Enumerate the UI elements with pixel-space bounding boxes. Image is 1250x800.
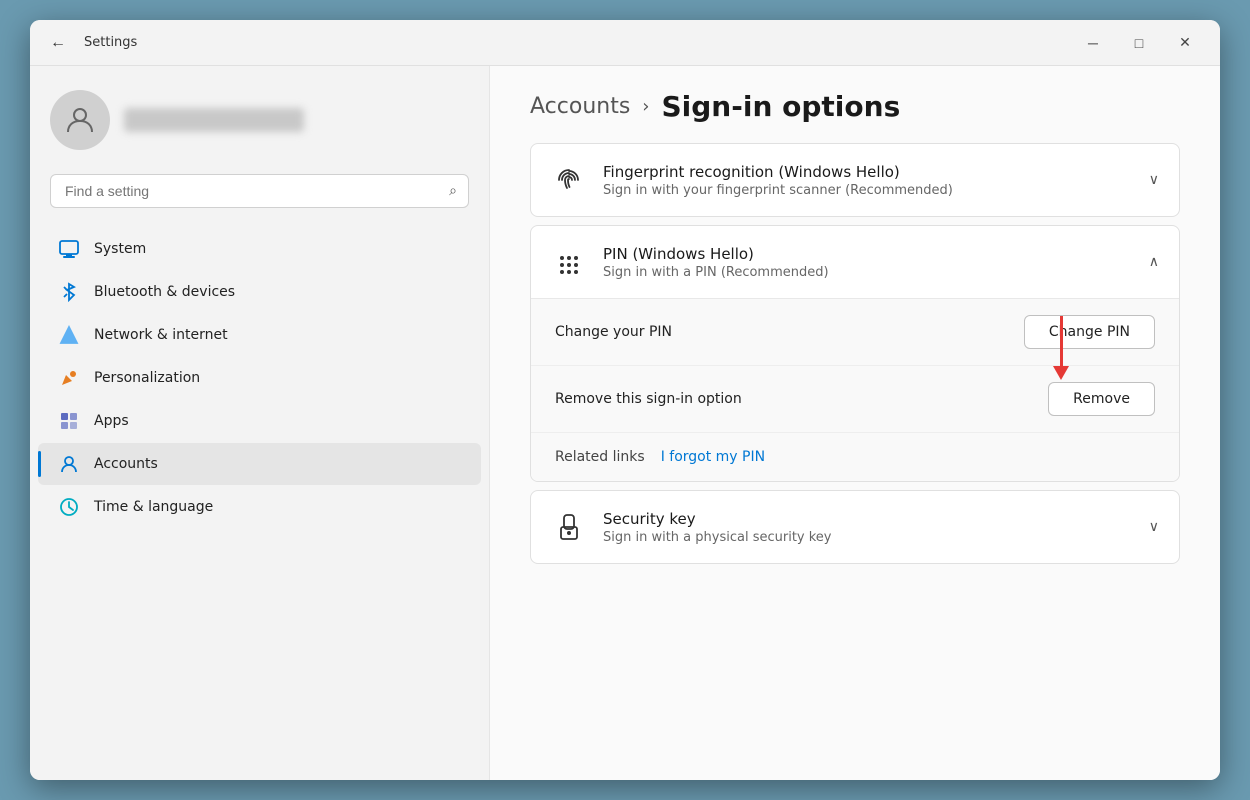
close-button[interactable]: ✕ bbox=[1162, 27, 1208, 59]
sidebar-label-system: System bbox=[94, 241, 146, 257]
pin-icon bbox=[551, 244, 587, 280]
arrow-head bbox=[1053, 366, 1069, 380]
page-header: Accounts › Sign-in options bbox=[490, 66, 1220, 143]
pin-expanded-content: Change your PIN Change PIN Remove this s… bbox=[531, 298, 1179, 481]
time-icon bbox=[58, 496, 80, 518]
breadcrumb-arrow: › bbox=[642, 96, 649, 117]
forgot-pin-link[interactable]: I forgot my PIN bbox=[661, 449, 765, 465]
apps-icon bbox=[58, 410, 80, 432]
fingerprint-icon bbox=[551, 162, 587, 198]
bluetooth-icon bbox=[58, 281, 80, 303]
sidebar-label-bluetooth: Bluetooth & devices bbox=[94, 284, 235, 300]
personalization-icon bbox=[58, 367, 80, 389]
security-key-subtitle: Sign in with a physical security key bbox=[603, 530, 1133, 545]
system-icon bbox=[58, 238, 80, 260]
pin-header[interactable]: PIN (Windows Hello) Sign in with a PIN (… bbox=[531, 226, 1179, 298]
avatar bbox=[50, 90, 110, 150]
search-box[interactable]: ⌕ bbox=[50, 174, 469, 208]
security-key-icon bbox=[551, 509, 587, 545]
fingerprint-section: Fingerprint recognition (Windows Hello) … bbox=[530, 143, 1180, 217]
remove-signin-button[interactable]: Remove bbox=[1048, 382, 1155, 416]
sidebar-label-accounts: Accounts bbox=[94, 456, 158, 472]
fingerprint-header[interactable]: Fingerprint recognition (Windows Hello) … bbox=[531, 144, 1179, 216]
user-name bbox=[124, 108, 304, 132]
pin-title: PIN (Windows Hello) bbox=[603, 245, 1133, 263]
security-key-section: Security key Sign in with a physical sec… bbox=[530, 490, 1180, 564]
sidebar-label-personalization: Personalization bbox=[94, 370, 200, 386]
fingerprint-info: Fingerprint recognition (Windows Hello) … bbox=[603, 163, 1133, 198]
content-area: ⌕ System Bluetooth & devices Network bbox=[30, 66, 1220, 780]
pin-info: PIN (Windows Hello) Sign in with a PIN (… bbox=[603, 245, 1133, 280]
fingerprint-chevron: ∨ bbox=[1149, 172, 1159, 188]
sidebar-item-network[interactable]: Network & internet bbox=[38, 314, 481, 356]
settings-window: ← Settings ─ □ ✕ ⌕ bbox=[30, 20, 1220, 780]
window-controls: ─ □ ✕ bbox=[1070, 27, 1208, 59]
sidebar-item-apps[interactable]: Apps bbox=[38, 400, 481, 442]
back-button[interactable]: ← bbox=[42, 27, 74, 59]
accounts-icon bbox=[58, 453, 80, 475]
window-title: Settings bbox=[84, 35, 137, 50]
sidebar-item-accounts[interactable]: Accounts bbox=[38, 443, 481, 485]
security-key-header[interactable]: Security key Sign in with a physical sec… bbox=[531, 491, 1179, 563]
sidebar-item-time[interactable]: Time & language bbox=[38, 486, 481, 528]
maximize-button[interactable]: □ bbox=[1116, 27, 1162, 59]
sidebar-label-time: Time & language bbox=[94, 499, 213, 515]
sidebar-label-network: Network & internet bbox=[94, 327, 228, 343]
sidebar-item-system[interactable]: System bbox=[38, 228, 481, 270]
breadcrumb[interactable]: Accounts bbox=[530, 94, 630, 119]
red-arrow-annotation bbox=[1053, 316, 1069, 380]
remove-signin-label: Remove this sign-in option bbox=[555, 391, 742, 407]
pin-subtitle: Sign in with a PIN (Recommended) bbox=[603, 265, 1133, 280]
security-key-title: Security key bbox=[603, 510, 1133, 528]
arrow-line bbox=[1060, 316, 1063, 366]
sidebar-label-apps: Apps bbox=[94, 413, 129, 429]
fingerprint-subtitle: Sign in with your fingerprint scanner (R… bbox=[603, 183, 1133, 198]
pin-section: PIN (Windows Hello) Sign in with a PIN (… bbox=[530, 225, 1180, 482]
related-links-label: Related links bbox=[555, 449, 645, 465]
minimize-button[interactable]: ─ bbox=[1070, 27, 1116, 59]
pin-chevron: ∧ bbox=[1149, 254, 1159, 270]
titlebar: ← Settings ─ □ ✕ bbox=[30, 20, 1220, 66]
main-content: Accounts › Sign-in options bbox=[490, 66, 1220, 780]
search-icon: ⌕ bbox=[449, 183, 457, 199]
change-pin-row: Change your PIN Change PIN bbox=[531, 299, 1179, 366]
security-key-chevron: ∨ bbox=[1149, 519, 1159, 535]
page-title: Sign-in options bbox=[662, 90, 901, 123]
change-pin-label: Change your PIN bbox=[555, 324, 672, 340]
sidebar: ⌕ System Bluetooth & devices Network bbox=[30, 66, 490, 780]
security-key-info: Security key Sign in with a physical sec… bbox=[603, 510, 1133, 545]
fingerprint-title: Fingerprint recognition (Windows Hello) bbox=[603, 163, 1133, 181]
remove-signin-row: Remove this sign-in option Remove bbox=[531, 366, 1179, 433]
search-input[interactable] bbox=[50, 174, 469, 208]
sections-container: Fingerprint recognition (Windows Hello) … bbox=[490, 143, 1220, 604]
user-profile bbox=[30, 82, 489, 174]
network-icon bbox=[58, 324, 80, 346]
change-pin-button[interactable]: Change PIN bbox=[1024, 315, 1155, 349]
sidebar-item-personalization[interactable]: Personalization bbox=[38, 357, 481, 399]
sidebar-item-bluetooth[interactable]: Bluetooth & devices bbox=[38, 271, 481, 313]
related-links-row: Related links I forgot my PIN bbox=[531, 433, 1179, 481]
